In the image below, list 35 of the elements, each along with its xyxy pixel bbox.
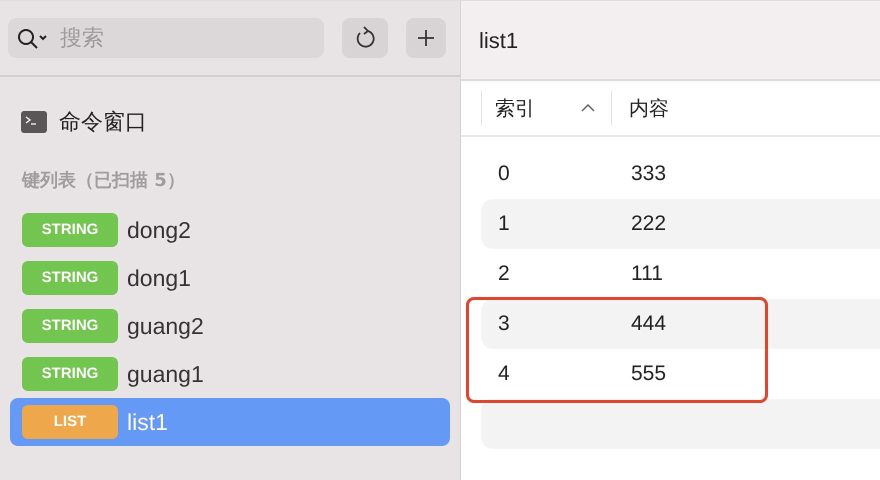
table-cell-text: 444 — [630, 311, 666, 338]
table-cell-text: 2 — [497, 261, 511, 288]
table-cell-text: 222 — [630, 211, 666, 238]
table-row[interactable]: 4 555 — [481, 349, 880, 399]
plus-icon — [417, 29, 435, 47]
terminal-icon — [21, 111, 47, 133]
type-tag: STRING — [22, 357, 118, 391]
key-item[interactable]: STRING guang1 — [10, 350, 450, 398]
type-tag: STRING — [22, 261, 118, 295]
table-cell-text: 555 — [630, 361, 666, 388]
key-item[interactable]: STRING dong1 — [10, 254, 450, 302]
table-cell-text: 0 — [497, 161, 511, 188]
refresh-icon — [354, 26, 376, 50]
add-button[interactable] — [406, 18, 446, 58]
table-cell-text: 333 — [630, 161, 666, 188]
table-cell-text: 3 — [497, 311, 511, 338]
refresh-button[interactable] — [342, 18, 388, 58]
table-cell-text: 4 — [497, 361, 511, 388]
table-row[interactable]: 0 333 — [481, 149, 880, 199]
key-item[interactable]: STRING dong2 — [10, 206, 450, 254]
section-title: 键列表（已扫描 5） — [22, 169, 186, 193]
type-tag: STRING — [22, 213, 118, 247]
console-item[interactable]: 命令窗口 — [0, 97, 460, 147]
table-row[interactable]: 2 111 — [481, 249, 880, 299]
table-row[interactable]: 1 222 — [481, 199, 880, 249]
type-tag: STRING — [22, 309, 118, 343]
detail-title: list1 — [479, 26, 518, 54]
table-row[interactable]: 3 444 — [481, 299, 880, 349]
type-tag: LIST — [22, 405, 118, 439]
table-cell-text: 1 — [497, 211, 511, 238]
key-item[interactable]: STRING guang2 — [10, 302, 450, 350]
search-field[interactable]: 搜索 — [8, 18, 324, 58]
column-header[interactable]: 内容 — [611, 91, 669, 125]
table-cell-text: 111 — [630, 261, 663, 288]
column-header[interactable]: 索引 — [481, 91, 611, 125]
